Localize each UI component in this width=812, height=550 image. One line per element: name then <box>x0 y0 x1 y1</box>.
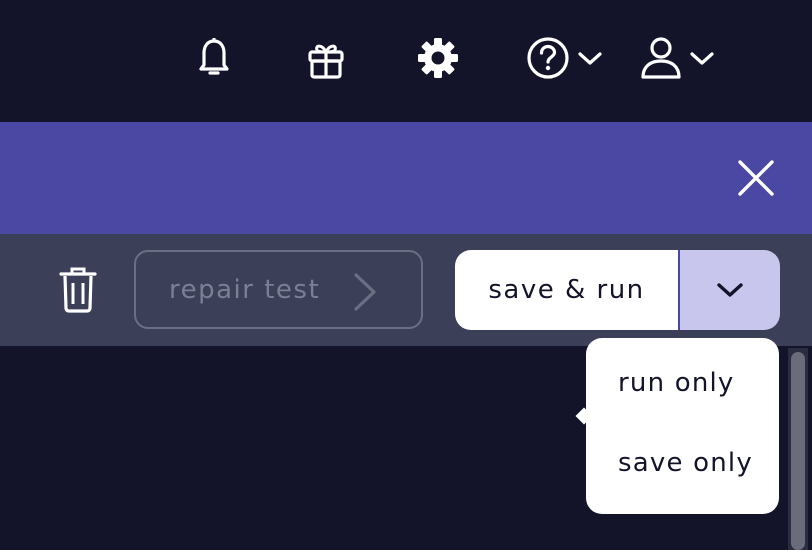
save-and-run-label: save & run <box>488 275 645 305</box>
menu-item-run-only[interactable]: run only <box>618 368 768 398</box>
gear-icon <box>418 38 458 78</box>
chevron-down-icon <box>578 52 602 65</box>
user-icon <box>641 37 681 79</box>
delete-test-button[interactable] <box>58 266 98 314</box>
notifications-button[interactable] <box>194 36 234 80</box>
notification-banner <box>0 122 812 234</box>
account-menu-button[interactable] <box>640 36 720 80</box>
gifts-button[interactable] <box>304 38 348 82</box>
scrollbar-thumb[interactable] <box>791 352 805 550</box>
save-options-menu: run only save only <box>586 338 779 514</box>
help-menu-button[interactable] <box>526 36 606 80</box>
repair-test-button[interactable]: repair test <box>134 250 423 329</box>
close-icon <box>738 160 774 196</box>
repair-test-label: repair test <box>169 274 321 305</box>
save-options-toggle[interactable] <box>680 250 780 330</box>
help-icon <box>527 37 569 79</box>
gift-icon <box>308 44 344 79</box>
menu-item-save-only[interactable]: save only <box>618 448 768 478</box>
chevron-down-icon <box>690 52 714 65</box>
chevron-down-icon <box>717 283 743 297</box>
chevron-right-icon <box>354 273 376 311</box>
close-banner-button[interactable] <box>736 158 776 198</box>
save-and-run-split-button: save & run <box>455 250 780 330</box>
settings-button[interactable] <box>416 36 460 80</box>
save-and-run-button[interactable]: save & run <box>455 250 678 330</box>
trash-icon <box>59 267 97 313</box>
bell-icon <box>199 38 229 75</box>
